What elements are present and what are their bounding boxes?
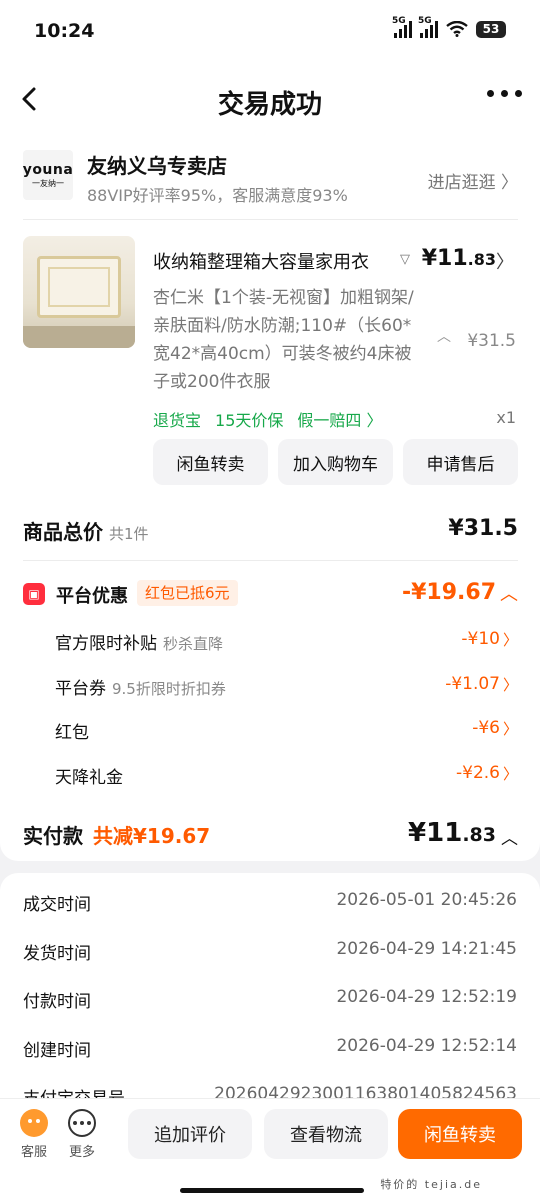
info-row: 创建时间 2026-04-29 12:52:14 [23,1036,517,1066]
discount-item[interactable]: 红包 -¥6 〉 [55,718,518,748]
goods-total-value: ¥31.5 [448,516,518,541]
customer-service-label: 客服 [20,1145,47,1160]
shop-logo-text: youna [22,161,74,178]
chevron-right-icon: 〉 [502,765,518,783]
battery-icon: 53 [476,20,506,38]
product-spec: 杏仁米【1个装-无视窗】加粗钢架/亲肤面料/防水防潮;110#（长60*宽42*… [153,288,414,392]
info-key: 成交时间 [23,895,91,915]
guarantee-tag: 假一赔四 〉 [297,411,383,430]
discount-name: 官方限时补贴 [55,634,157,654]
signal-icon: 5G [392,16,412,38]
product-title[interactable]: 收纳箱整理箱大容量家用衣 [153,248,411,274]
shop-logo-subtext: 一友纳一 [32,178,64,188]
status-icons: 5G 5G 53 [392,16,506,38]
guarantee-tag: 15天价保 [215,411,284,430]
resell-button[interactable]: 闲鱼转卖 [398,1109,522,1159]
discount-amount: -¥1.07 [445,674,500,694]
info-key: 发货时间 [23,944,91,964]
wifi-icon [446,21,468,37]
guarantee-tags[interactable]: 退货宝 15天价保 假一赔四 〉 [153,407,382,431]
shop-header[interactable]: youna 一友纳一 友纳义乌专卖店 88VIP好评率95%，客服满意度93% … [23,150,518,220]
customer-service-button[interactable]: 客服 [14,1109,54,1160]
original-price: ¥31.5 [467,331,516,351]
total-saved: 共减¥19.67 [93,824,211,848]
discount-amount: -¥10 [461,629,500,649]
discount-name: 红包 [55,723,89,743]
resell-button[interactable]: 闲鱼转卖 [153,439,268,485]
more-icon [68,1109,96,1137]
discount-amount: -¥2.6 [456,763,500,783]
paid-value: ¥11.83 [408,818,496,848]
page-title: 交易成功 [217,90,322,120]
watermark: 特价的 tejia.de [380,1178,482,1191]
goods-count: 共1件 [109,525,149,543]
discount-name: 平台券 [55,679,106,699]
more-icon[interactable] [487,90,522,97]
chevron-down-icon[interactable]: ▽ [400,252,410,267]
goods-total-label: 商品总价 [23,520,103,544]
info-row: 成交时间 2026-05-01 20:45:26 [23,890,517,920]
divider [23,219,518,220]
signal-icon: 5G [418,16,438,38]
chevron-up-icon[interactable]: ︿ [500,580,518,606]
chevron-up-icon[interactable]: ︿ [501,824,518,849]
shop-name[interactable]: 友纳义乌专卖店 [87,150,227,179]
signal-label: 5G [418,16,432,26]
info-value: 2026-04-29 12:52:19 [336,987,517,1007]
add-to-cart-button[interactable]: 加入购物车 [278,439,393,485]
discount-item[interactable]: 天降礼金 -¥2.6 〉 [55,763,518,793]
info-value: 2026-04-29 14:21:45 [336,939,517,959]
info-key: 创建时间 [23,1041,91,1061]
discount-item[interactable]: 官方限时补贴 秒杀直降 -¥10 〉 [55,629,518,659]
add-review-button[interactable]: 追加评价 [128,1109,252,1159]
goods-total-row: 商品总价 共1件 ¥31.5 [23,516,518,546]
chevron-right-icon: 〉 [502,631,518,649]
chevron-up-icon[interactable]: ︿ [437,326,451,346]
platform-discount-label: 平台优惠 [56,586,128,607]
home-indicator[interactable] [180,1188,364,1193]
customer-service-icon [20,1109,48,1137]
after-sales-button[interactable]: 申请售后 [403,439,518,485]
guarantee-tag: 退货宝 [153,411,202,430]
status-bar: 10:24 5G 5G 53 [0,0,540,64]
info-value: 2026-05-01 20:45:26 [336,890,517,910]
platform-discount-value: -¥19.67 [401,580,496,605]
red-envelope-icon: ▣ [23,583,45,605]
order-card: youna 一友纳一 友纳义乌专卖店 88VIP好评率95%，客服满意度93% … [0,136,540,861]
info-row: 付款时间 2026-04-29 12:52:19 [23,987,517,1017]
paid-label: 实付款 [23,824,83,848]
discount-note: 9.5折限时折扣券 [112,680,226,698]
product-quantity: x1 [496,408,516,427]
order-info-card: 成交时间 2026-05-01 20:45:26 发货时间 2026-04-29 1… [0,873,540,1123]
info-row: 发货时间 2026-04-29 14:21:45 [23,939,517,969]
discount-name: 天降礼金 [55,768,123,788]
product-actions: 闲鱼转卖 加入购物车 申请售后 [153,439,518,485]
chevron-right-icon: 〉 [502,720,518,738]
paid-amount-row[interactable]: 实付款 共减¥19.67 ¥11.83 ︿ [23,818,518,854]
signal-label: 5G [392,16,406,26]
chevron-right-icon[interactable]: 〉 [496,248,514,274]
discount-item[interactable]: 平台券 9.5折限时折扣券 -¥1.07 〉 [55,674,518,704]
status-time: 10:24 [34,20,95,42]
platform-discount-row[interactable]: ▣ 平台优惠 红包已抵6元 -¥19.67 ︿ [23,580,518,610]
product-image[interactable] [23,236,135,348]
info-key: 付款时间 [23,992,91,1012]
discount-amount: -¥6 [472,718,500,738]
product-price: ¥11.83 [421,246,496,271]
discount-note: 秒杀直降 [163,635,224,653]
nav-bar: 交易成功 [0,64,540,136]
divider [23,560,518,561]
more-button[interactable]: 更多 [62,1109,102,1160]
view-logistics-button[interactable]: 查看物流 [264,1109,388,1159]
more-label: 更多 [68,1145,95,1160]
chevron-right-icon: 〉 [502,676,518,694]
shop-logo: youna 一友纳一 [23,150,73,200]
shop-rating: 88VIP好评率95%，客服满意度93% [87,186,348,205]
info-value: 2026-04-29 12:52:14 [336,1036,517,1056]
visit-shop-link[interactable]: 进店逛逛 〉 [428,168,518,193]
red-packet-badge: 红包已抵6元 [137,580,238,606]
